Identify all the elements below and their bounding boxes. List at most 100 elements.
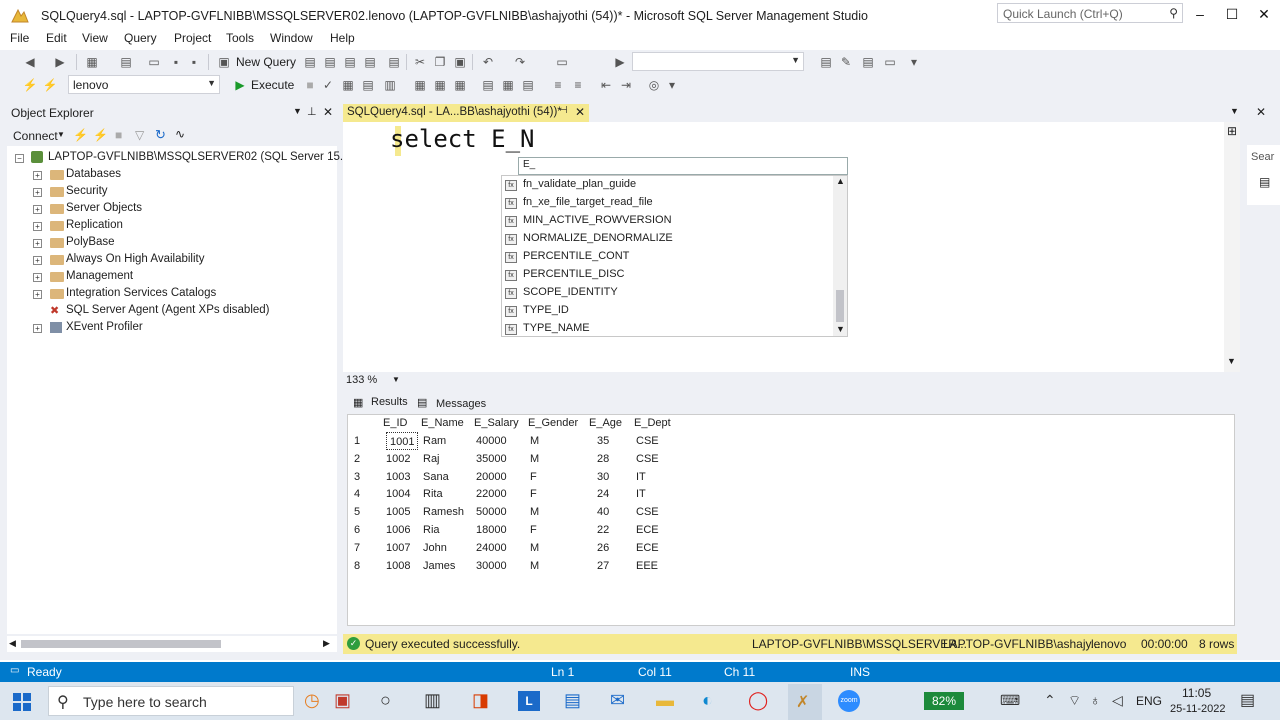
table-cell[interactable]: 40 (597, 503, 609, 521)
properties-icon[interactable]: ▤ (1259, 175, 1270, 189)
zoom-app-icon[interactable]: zoom (838, 690, 860, 712)
results-to-file-icon[interactable]: ▤ (520, 77, 536, 93)
back-icon[interactable]: ◀ (22, 54, 38, 70)
tab-results[interactable]: Results (371, 396, 408, 408)
scroll-down-icon[interactable]: ▼ (836, 324, 845, 334)
filter-icon[interactable]: ▽ (135, 128, 144, 142)
expand-icon[interactable]: + (33, 222, 42, 231)
forward-icon[interactable]: ▶ (52, 54, 68, 70)
task-view-icon[interactable]: ▥ (424, 690, 441, 711)
close-tab-icon[interactable]: ✕ (575, 105, 585, 119)
taskbar-search-input[interactable]: ⚲ Type here to search (48, 686, 294, 716)
menu-view[interactable]: View (80, 31, 110, 45)
table-cell[interactable]: 22 (597, 521, 609, 539)
expand-icon[interactable]: + (33, 256, 42, 265)
parse-icon[interactable]: ✓ (320, 77, 336, 93)
store-icon[interactable]: ▤ (564, 690, 581, 711)
table-cell[interactable]: Sana (423, 468, 449, 486)
scroll-right-icon[interactable]: ▶ (323, 638, 330, 649)
taskbar-time[interactable]: 11:05 (1182, 686, 1211, 700)
change-connection-icon[interactable]: ⚡ (42, 77, 58, 93)
connect-icon[interactable]: ⚡ (22, 77, 38, 93)
column-header[interactable]: E_Salary (474, 414, 519, 432)
side-search-label[interactable]: Sear (1251, 151, 1274, 163)
split-icon[interactable]: ⊞ (1227, 124, 1237, 138)
volume-icon[interactable]: ◁ (1112, 692, 1123, 709)
intellisense-item[interactable]: fx NORMALIZE_DENORMALIZE (505, 232, 673, 245)
zoom-combo[interactable]: 133 % ▼ (346, 374, 404, 388)
scroll-left-icon[interactable]: ◀ (9, 638, 16, 649)
taskbar-date[interactable]: 25-11-2022 (1170, 703, 1225, 715)
pin-icon[interactable]: ⊥ (307, 105, 317, 118)
pane-dropdown-icon[interactable]: ▼ (293, 106, 302, 116)
toolbar-options-icon[interactable]: ▾ (906, 54, 922, 70)
cortana-icon[interactable]: ○ (380, 690, 391, 711)
stop-icon[interactable]: ■ (115, 128, 122, 142)
object-explorer-scrollbar[interactable]: ◀ ▶ (7, 636, 337, 652)
menu-help[interactable]: Help (328, 31, 357, 45)
scroll-up-icon[interactable]: ▲ (836, 176, 845, 186)
table-cell[interactable]: Rita (423, 485, 443, 503)
connect-icon[interactable]: ⚡ (73, 128, 88, 142)
specify-values-icon[interactable]: ◎ (646, 77, 662, 93)
copy-icon[interactable]: ❐ (432, 54, 448, 70)
table-cell[interactable]: 26 (597, 539, 609, 557)
scrollbar-thumb[interactable] (836, 290, 844, 322)
clock-app-icon[interactable]: ◷ (304, 690, 320, 711)
xmla-query-icon[interactable]: ▤ (342, 54, 358, 70)
row-number[interactable]: 3 (354, 468, 360, 486)
table-cell[interactable]: 1005 (386, 503, 410, 521)
close-pane-icon[interactable]: ✕ (323, 105, 333, 119)
notifications-icon[interactable]: ▤ (1240, 690, 1255, 710)
activity-monitor-icon[interactable]: ∿ (175, 127, 185, 141)
estimated-plan-icon[interactable]: ▦ (340, 77, 356, 93)
column-header[interactable]: E_Dept (634, 414, 671, 432)
execute-button[interactable]: Execute (251, 78, 294, 92)
table-cell[interactable]: James (423, 557, 455, 575)
pin-icon[interactable]: ⊣ (559, 105, 568, 116)
intellisense-item[interactable]: fx SCOPE_IDENTITY (505, 286, 618, 299)
increase-indent-icon[interactable]: ⇥ (618, 77, 634, 93)
gift-app-icon[interactable]: ▣ (334, 690, 351, 711)
table-cell[interactable]: 1008 (386, 557, 410, 575)
file-explorer-icon[interactable]: ▬ (656, 690, 674, 711)
results-to-text-icon[interactable]: ▤ (480, 77, 496, 93)
table-cell[interactable]: 22000 (476, 485, 507, 503)
table-cell[interactable]: 1001 (386, 432, 419, 450)
menu-file[interactable]: File (8, 31, 31, 45)
quick-launch-input[interactable]: Quick Launch (Ctrl+Q) ⚲ (997, 3, 1183, 23)
table-cell[interactable]: M (530, 432, 539, 450)
column-header[interactable]: E_Gender (528, 414, 578, 432)
expand-icon[interactable]: + (33, 273, 42, 282)
object-explorer-icon[interactable]: ▭ (882, 54, 898, 70)
row-number[interactable]: 2 (354, 450, 360, 468)
close-window-button[interactable]: ✕ (1254, 6, 1274, 23)
network-icon[interactable]: ⌔ (1068, 692, 1081, 710)
table-cell[interactable]: M (530, 539, 539, 557)
table-cell[interactable]: 30000 (476, 557, 507, 575)
keyboard-icon[interactable]: ⌨ (1000, 692, 1020, 709)
table-cell[interactable]: 35000 (476, 450, 507, 468)
row-number[interactable]: 1 (354, 432, 360, 450)
column-header[interactable]: E_Age (589, 414, 622, 432)
intellisense-item[interactable]: fx fn_xe_file_target_read_file (505, 196, 653, 209)
battery-indicator[interactable]: 82% (924, 692, 964, 710)
uncomment-icon[interactable]: ≡ (570, 77, 586, 93)
intellisense-item[interactable]: fx TYPE_ID (505, 304, 569, 317)
properties-icon[interactable]: ▤ (818, 54, 834, 70)
intellisense-item[interactable]: fx MIN_ACTIVE_ROWVERSION (505, 214, 672, 227)
menu-query[interactable]: Query (122, 31, 159, 45)
menu-window[interactable]: Window (268, 31, 315, 45)
execute-icon[interactable]: ▶ (232, 77, 248, 93)
app-l-icon[interactable]: L (518, 691, 540, 711)
table-cell[interactable]: Ram (423, 432, 446, 450)
windows-start-icon[interactable] (12, 692, 32, 712)
dmx-query-icon[interactable]: ▤ (322, 54, 338, 70)
table-cell[interactable]: CSE (636, 503, 659, 521)
table-cell[interactable]: 18000 (476, 521, 507, 539)
expand-icon[interactable]: + (33, 239, 42, 248)
add-item-icon[interactable]: ▤ (118, 54, 134, 70)
toolbox-icon[interactable]: ✎ (838, 54, 854, 70)
row-number[interactable]: 7 (354, 539, 360, 557)
cut-icon[interactable]: ✂ (412, 54, 428, 70)
